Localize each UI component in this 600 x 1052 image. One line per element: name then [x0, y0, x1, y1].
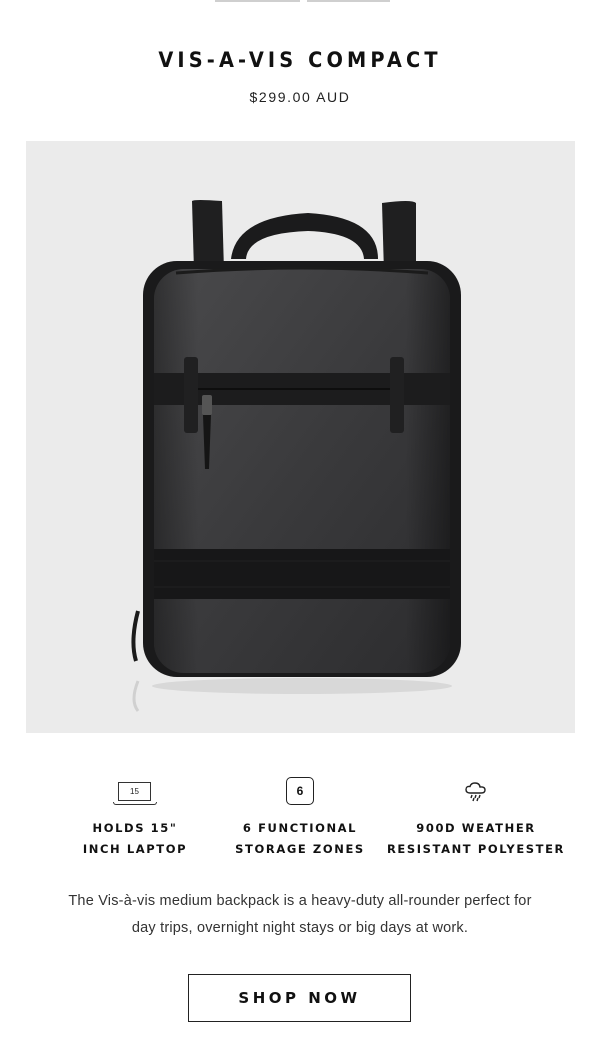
features-row: 15 HOLDS 15" INCH LAPTOP 6 6 FUNCTIONAL … [0, 776, 600, 866]
feature-laptop: 15 HOLDS 15" INCH LAPTOP [40, 776, 230, 860]
shop-now-button[interactable]: SHOP NOW [188, 974, 411, 1022]
feature-weather: 900D WEATHER RESISTANT POLYESTER [381, 776, 571, 860]
laptop-icon: 15 [113, 782, 157, 810]
feature-storage: 6 6 FUNCTIONAL STORAGE ZONES [205, 776, 395, 860]
rain-cloud-icon [465, 782, 486, 802]
product-price: $299.00 AUD [249, 89, 351, 105]
product-image[interactable] [26, 141, 575, 733]
feature-label: 6 FUNCTIONAL STORAGE ZONES [235, 821, 365, 856]
feature-label: HOLDS 15" INCH LAPTOP [82, 821, 188, 856]
product-title: VIS-A-VIS COMPACT [158, 48, 442, 72]
top-divider [0, 0, 600, 3]
product-description: The Vis-à-vis medium backpack is a heavy… [68, 893, 532, 936]
feature-label: 900D WEATHER RESISTANT POLYESTER [386, 821, 566, 856]
backpack-illustration [131, 200, 461, 712]
storage-zones-icon: 6 [286, 777, 314, 805]
